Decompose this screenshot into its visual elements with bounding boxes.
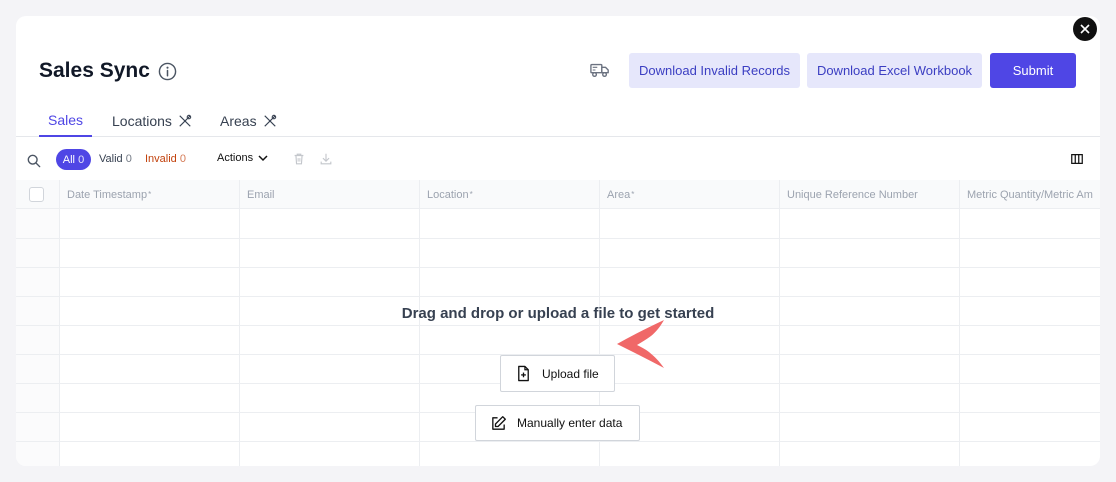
required-marker: * (631, 190, 635, 199)
column-header[interactable]: Email (239, 180, 419, 209)
column-header[interactable]: Unique Reference Number (779, 180, 959, 209)
column-header[interactable]: Location * (419, 180, 599, 209)
tab-label: Sales (47, 111, 84, 128)
tools-icon (179, 114, 192, 127)
tools-icon (263, 114, 276, 127)
tab-label: Locations (112, 112, 172, 129)
search-icon[interactable] (27, 154, 41, 168)
required-marker: * (148, 190, 152, 199)
filter-all[interactable]: All 0 (56, 149, 91, 170)
column-header-label: Metric Quantity/Metric Am (967, 188, 1093, 201)
column-header-label: Location (427, 188, 469, 201)
grid-toolbar: All 0 Valid 0 Invalid 0 Actions (16, 148, 1100, 176)
row-divider (16, 296, 1100, 297)
filter-count: 0 (125, 153, 132, 165)
column-divider (59, 209, 60, 466)
empty-state-message: Drag and drop or upload a file to get st… (401, 305, 715, 322)
actions-dropdown[interactable]: Actions (217, 152, 269, 164)
filter-count: 0 (78, 153, 85, 166)
empty-state: Drag and drop or upload a file to get st… (16, 180, 1100, 466)
manually-enter-data-label: Manually enter data (517, 416, 623, 430)
column-header-label: Area (607, 188, 631, 201)
grid-header: Date Timestamp * Email Location * Area * Un… (16, 180, 1100, 209)
manually-enter-data-button[interactable]: Manually enter data (475, 405, 640, 441)
column-header-label: Date Timestamp (67, 188, 148, 201)
upload-file-label: Upload file (542, 366, 599, 381)
close-icon[interactable] (1073, 17, 1097, 41)
column-header-label: Email (247, 188, 275, 201)
tab-locations[interactable]: Locations (112, 104, 192, 137)
filter-label: Invalid (145, 153, 177, 165)
row-divider (16, 441, 1100, 442)
upload-file-button[interactable]: Upload file (500, 355, 615, 392)
tab-label: Areas (220, 112, 257, 129)
page-title: Sales Sync (39, 59, 150, 82)
column-divider (239, 209, 240, 466)
download-excel-workbook-button[interactable]: Download Excel Workbook (807, 53, 982, 88)
row-divider (16, 238, 1100, 239)
filter-label: All (62, 153, 76, 166)
filter-label: Valid (99, 153, 123, 165)
required-marker: * (469, 190, 473, 199)
columns-icon[interactable] (1070, 152, 1084, 166)
filter-valid[interactable]: Valid 0 (99, 153, 132, 165)
tab-sales[interactable]: Sales (39, 104, 92, 137)
info-icon[interactable] (158, 62, 177, 81)
column-header-label: Unique Reference Number (787, 188, 918, 201)
column-divider (959, 209, 960, 466)
actions-label: Actions (217, 152, 254, 164)
trash-icon[interactable] (292, 152, 306, 166)
column-header[interactable]: Area * (599, 180, 779, 209)
file-plus-icon (518, 365, 529, 382)
column-header[interactable]: Metric Quantity/Metric Am (959, 180, 1100, 209)
column-header[interactable]: Date Timestamp * (59, 180, 239, 209)
row-divider (16, 267, 1100, 268)
row-number-column (16, 209, 59, 466)
download-invalid-records-button[interactable]: Download Invalid Records (629, 53, 800, 88)
submit-button[interactable]: Submit (990, 53, 1076, 88)
download-icon[interactable] (319, 152, 333, 166)
truck-icon[interactable] (590, 61, 610, 79)
filter-invalid[interactable]: Invalid 0 (145, 153, 186, 165)
select-all-checkbox[interactable] (29, 187, 44, 202)
tab-areas[interactable]: Areas (220, 104, 277, 137)
edit-icon (492, 415, 506, 430)
filter-count: 0 (179, 153, 186, 165)
data-grid: Date Timestamp * Email Location * Area * Un… (16, 180, 1100, 466)
modal: Sales Sync Download Invalid Records Down… (16, 16, 1100, 466)
tab-bar: Sales Locations Areas (16, 104, 1100, 137)
row-divider (16, 325, 1100, 326)
column-divider (419, 209, 420, 466)
arrow-pointer-icon (617, 320, 664, 368)
chevron-down-icon (258, 155, 268, 162)
column-divider (779, 209, 780, 466)
